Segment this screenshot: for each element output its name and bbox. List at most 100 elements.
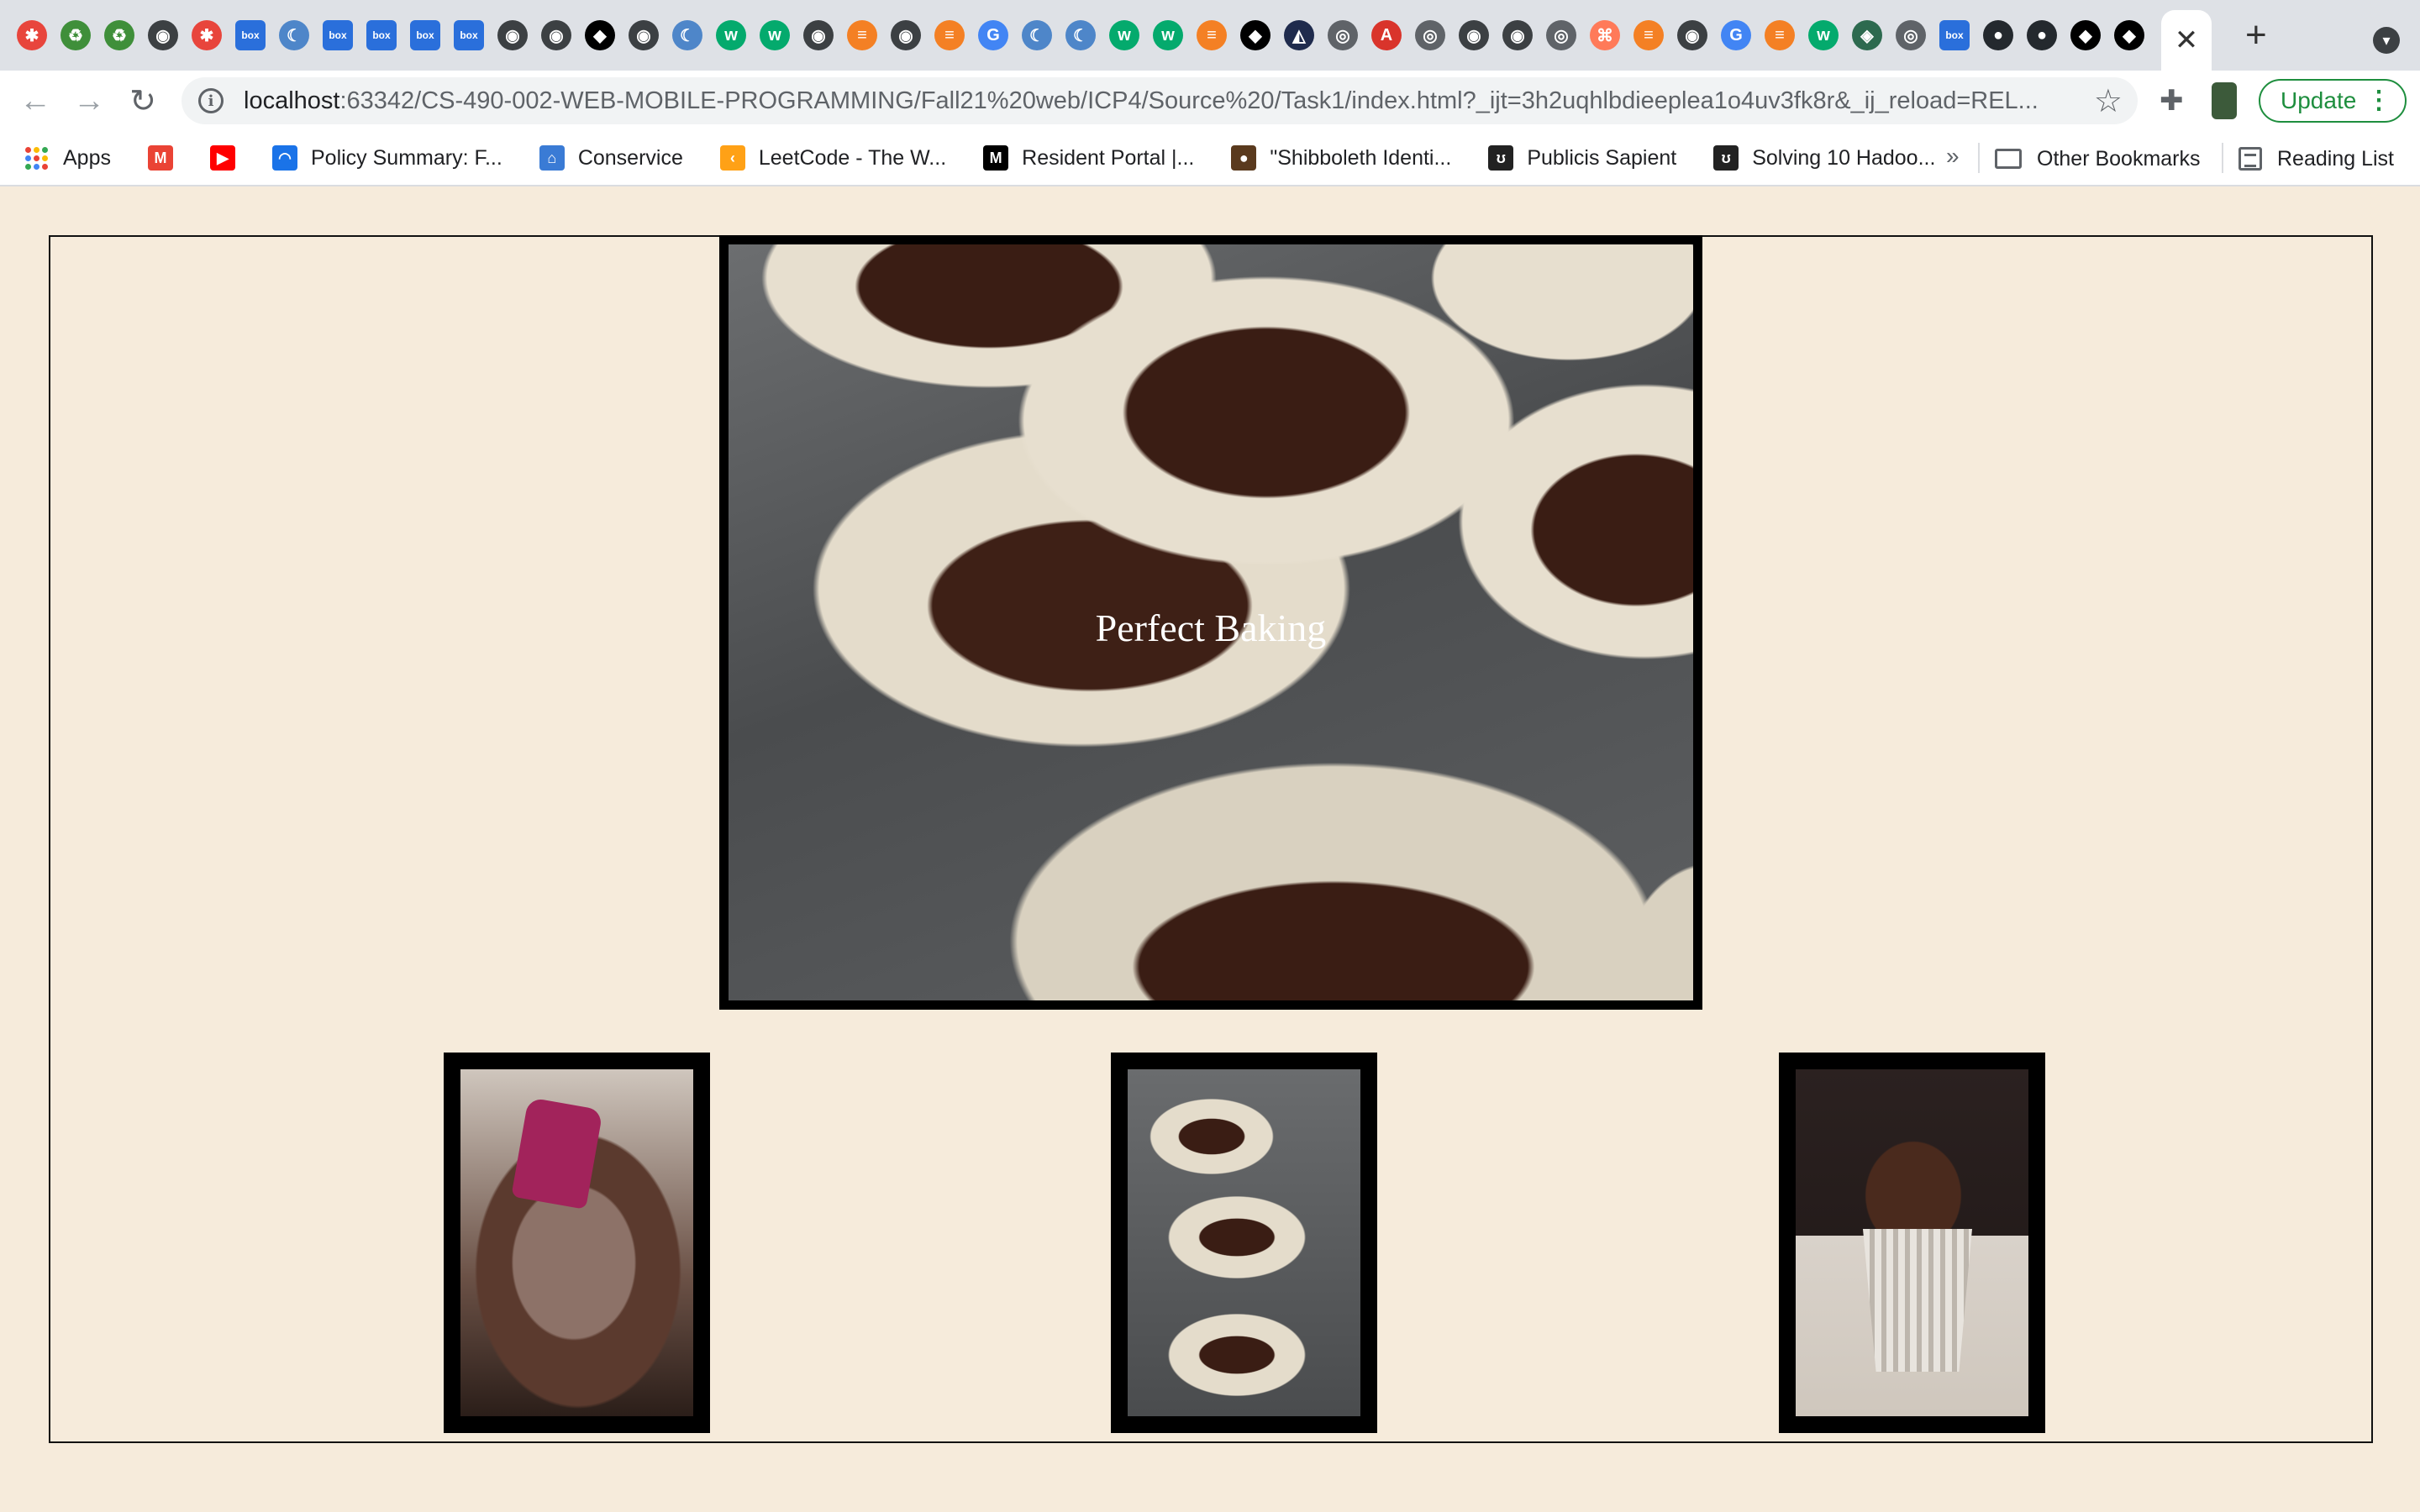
adobe-icon[interactable]: A bbox=[1371, 20, 1402, 50]
active-tab[interactable]: ✕ bbox=[2161, 10, 2212, 71]
bookmark-item[interactable]: M Resident Portal |... bbox=[983, 145, 1194, 171]
more-bookmarks-button[interactable]: » bbox=[1946, 143, 1960, 170]
tab-search-button[interactable]: ▾ bbox=[2373, 27, 2400, 54]
stackoverflow-icon[interactable]: ≡ bbox=[1765, 20, 1795, 50]
bookmark-item[interactable]: ● "Shibboleth Identi... bbox=[1231, 145, 1451, 171]
notion-icon[interactable]: ◆ bbox=[2070, 20, 2101, 50]
bookmark-label: Policy Summary: F... bbox=[310, 145, 502, 170]
resident-portal-icon: M bbox=[983, 145, 1009, 171]
box-icon[interactable]: box bbox=[235, 20, 266, 50]
bookmark-item[interactable]: ◠ Policy Summary: F... bbox=[271, 145, 502, 171]
github-icon[interactable]: ● bbox=[2027, 20, 2057, 50]
bookmark-label: Conservice bbox=[577, 145, 683, 170]
bookmark-label: Apps bbox=[63, 145, 111, 170]
bookmark-item[interactable]: ‹ LeetCode - The W... bbox=[719, 145, 947, 171]
globe-icon[interactable]: ◉ bbox=[1502, 20, 1533, 50]
chrome-icon[interactable]: ◎ bbox=[1896, 20, 1926, 50]
notion-icon[interactable]: ◆ bbox=[2114, 20, 2144, 50]
bookmark-item[interactable]: ⌂ Conservice bbox=[539, 145, 683, 171]
bookmarks-divider bbox=[1978, 143, 1980, 173]
bookmark-item[interactable]: ▶ bbox=[209, 145, 249, 171]
jetbrains-icon[interactable]: ☾ bbox=[672, 20, 702, 50]
bookmark-label: Solving 10 Hadoo... bbox=[1752, 145, 1936, 170]
other-bookmarks-button[interactable]: Other Bookmarks bbox=[1995, 131, 2201, 186]
stackoverflow-icon[interactable]: ≡ bbox=[934, 20, 965, 50]
code-icon[interactable]: ◭ bbox=[1284, 20, 1314, 50]
globe-icon[interactable]: ◉ bbox=[629, 20, 659, 50]
chrome-icon[interactable]: ◎ bbox=[1328, 20, 1358, 50]
globe-icon[interactable]: ◉ bbox=[891, 20, 921, 50]
recycle-icon[interactable]: ♻ bbox=[60, 20, 91, 50]
asu-icon[interactable]: ✱ bbox=[17, 20, 47, 50]
reading-list-button[interactable]: Reading List bbox=[2238, 131, 2394, 186]
bookmark-item[interactable]: ʊ Solving 10 Hadoo... bbox=[1713, 145, 1935, 171]
bookmarks-divider bbox=[2222, 143, 2223, 173]
globe-icon[interactable]: ◉ bbox=[1677, 20, 1707, 50]
folder-icon bbox=[1995, 149, 2022, 169]
w3schools-icon[interactable]: w bbox=[1109, 20, 1139, 50]
hubspot-icon[interactable]: ⌘ bbox=[1590, 20, 1620, 50]
back-button[interactable]: ← bbox=[8, 83, 62, 119]
box-icon[interactable]: box bbox=[366, 20, 397, 50]
box-icon[interactable]: box bbox=[410, 20, 440, 50]
box-icon[interactable]: box bbox=[323, 20, 353, 50]
stackoverflow-icon[interactable]: ≡ bbox=[1197, 20, 1227, 50]
url-text[interactable]: localhost:63342/CS-490-002-WEB-MOBILE-PR… bbox=[244, 87, 2075, 115]
jetbrains-icon[interactable]: ☾ bbox=[1022, 20, 1052, 50]
policy-icon: ◠ bbox=[271, 145, 297, 171]
jetbrains-icon[interactable]: ☾ bbox=[279, 20, 309, 50]
other-bookmarks-label: Other Bookmarks bbox=[2037, 146, 2201, 171]
google-icon[interactable]: G bbox=[1721, 20, 1751, 50]
youtube-icon: ▶ bbox=[209, 145, 235, 171]
profile-avatar[interactable] bbox=[2212, 82, 2237, 119]
github-icon[interactable]: ● bbox=[1983, 20, 2013, 50]
bookmark-label: Publicis Sapient bbox=[1527, 145, 1677, 170]
globe-icon[interactable]: ◉ bbox=[497, 20, 528, 50]
globe-icon[interactable]: ◉ bbox=[1459, 20, 1489, 50]
address-bar[interactable]: i localhost:63342/CS-490-002-WEB-MOBILE-… bbox=[182, 77, 2138, 124]
diamond-icon[interactable]: ◈ bbox=[1852, 20, 1882, 50]
cupcake-pan-image bbox=[1111, 1053, 1377, 1433]
new-tab-button[interactable]: + bbox=[2245, 14, 2267, 56]
chrome-icon[interactable]: ◎ bbox=[1546, 20, 1576, 50]
hero-title: Perfect Baking bbox=[1095, 606, 1327, 649]
close-tab-icon[interactable]: ✕ bbox=[2175, 24, 2199, 57]
box-icon[interactable]: box bbox=[454, 20, 484, 50]
notion-icon[interactable]: ◆ bbox=[1240, 20, 1270, 50]
w3schools-icon[interactable]: w bbox=[760, 20, 790, 50]
bookmark-item[interactable]: Apps bbox=[25, 146, 111, 171]
google-icon[interactable]: G bbox=[978, 20, 1008, 50]
shibboleth-icon: ● bbox=[1231, 145, 1257, 171]
apps-grid-icon bbox=[25, 146, 48, 170]
bookmark-label: "Shibboleth Identi... bbox=[1270, 145, 1452, 170]
box-icon[interactable]: box bbox=[1939, 20, 1970, 50]
bookmark-item[interactable]: M bbox=[147, 145, 187, 171]
globe-icon[interactable]: ◉ bbox=[803, 20, 834, 50]
chrome-icon[interactable]: ◎ bbox=[1415, 20, 1445, 50]
tab-strip: ✱ ♻ ♻ ◉ ✱ box ☾ box box box box ◉ ◉ ◆ ◉ ☾ w w ◉ ≡ ◉ ≡ G ☾ ☾ w w ≡ ◆ ◭… bbox=[0, 0, 2420, 71]
publicis-icon: ʊ bbox=[1713, 145, 1739, 171]
brownie-batter-image bbox=[444, 1053, 710, 1433]
asu-icon[interactable]: ✱ bbox=[192, 20, 222, 50]
globe-icon[interactable]: ◉ bbox=[541, 20, 571, 50]
home-icon: ⌂ bbox=[539, 145, 565, 171]
site-info-icon[interactable]: i bbox=[198, 88, 224, 113]
bookmark-item[interactable]: ʊ Publicis Sapient bbox=[1488, 145, 1676, 171]
bookmark-star-icon[interactable]: ☆ bbox=[2094, 82, 2123, 120]
extensions-puzzle-icon[interactable]: ✚ bbox=[2160, 84, 2184, 118]
update-button[interactable]: Update ⋮ bbox=[2259, 79, 2407, 123]
recycle-icon[interactable]: ♻ bbox=[104, 20, 134, 50]
w3schools-icon[interactable]: w bbox=[1808, 20, 1839, 50]
jetbrains-icon[interactable]: ☾ bbox=[1065, 20, 1096, 50]
w3schools-icon[interactable]: w bbox=[716, 20, 746, 50]
reload-button[interactable]: ↻ bbox=[116, 82, 170, 120]
globe-icon[interactable]: ◉ bbox=[148, 20, 178, 50]
forward-button[interactable]: → bbox=[62, 83, 116, 119]
w3schools-icon[interactable]: w bbox=[1153, 20, 1183, 50]
bookmark-label: LeetCode - The W... bbox=[758, 145, 947, 170]
reading-list-icon bbox=[2238, 147, 2262, 171]
notion-icon[interactable]: ◆ bbox=[585, 20, 615, 50]
stackoverflow-icon[interactable]: ≡ bbox=[1634, 20, 1664, 50]
menu-dots-icon[interactable]: ⋮ bbox=[2366, 86, 2391, 115]
stackoverflow-icon[interactable]: ≡ bbox=[847, 20, 877, 50]
